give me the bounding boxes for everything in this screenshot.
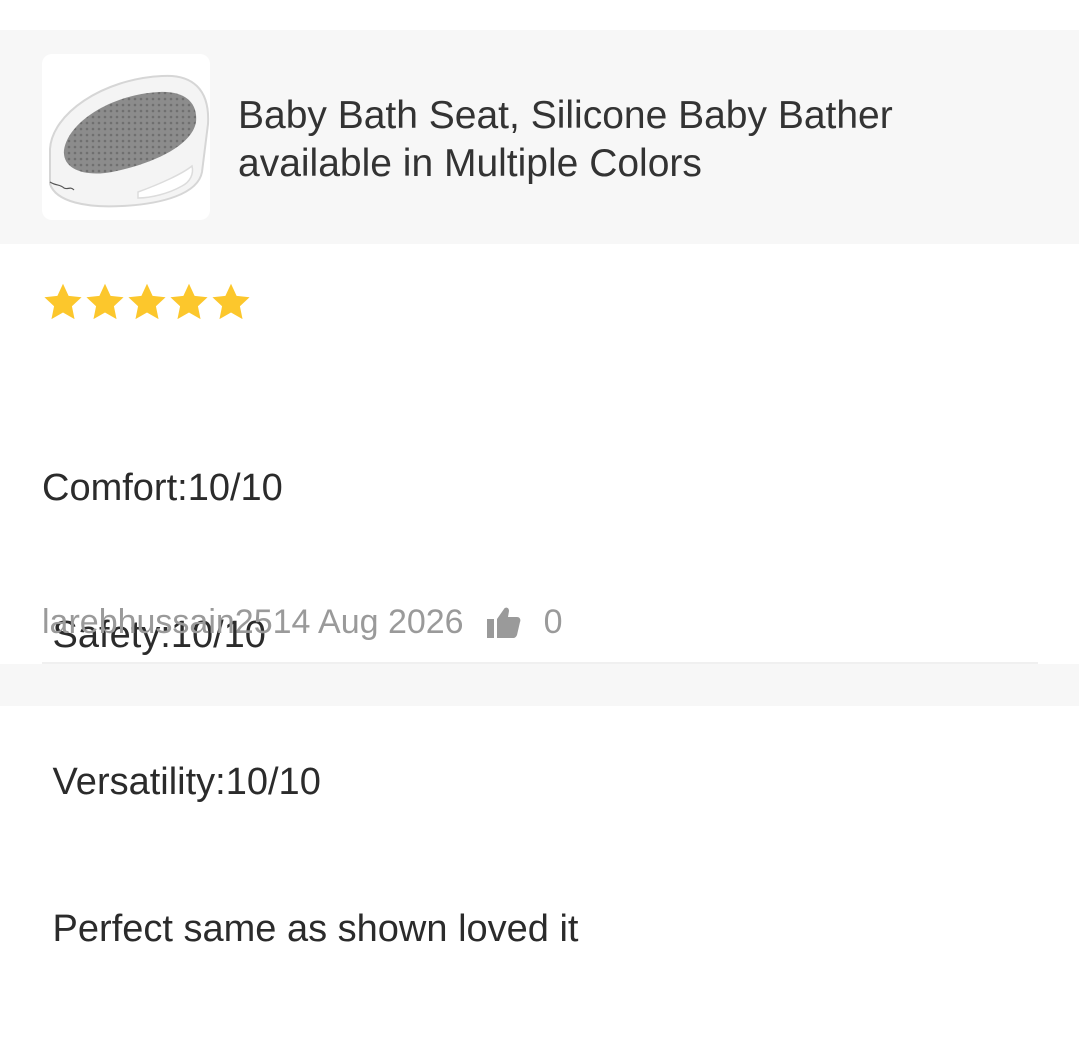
star-rating (42, 280, 252, 324)
review-line: Perfect same as shown loved it (42, 908, 579, 950)
review-card: Comfort:10/10 Safety:10/10 Versatility:1… (0, 244, 1079, 950)
thumbs-up-icon (486, 607, 520, 638)
star-icon (128, 283, 166, 320)
star-icon (86, 283, 124, 320)
like-button[interactable] (486, 605, 522, 639)
product-thumbnail[interactable] (42, 54, 210, 220)
baby-bath-seat-image (49, 74, 210, 208)
review-line: Versatility:10/10 (42, 761, 321, 803)
star-icon (44, 283, 82, 320)
review-meta: larebhussain25 14 Aug 2026 0 (42, 600, 563, 644)
product-header[interactable]: Baby Bath Seat, Silicone Baby Bather ava… (0, 30, 1079, 244)
star-icon (170, 283, 208, 320)
next-section-background (0, 664, 1079, 706)
review-author: larebhussain25 (42, 602, 273, 641)
product-title[interactable]: Baby Bath Seat, Silicone Baby Bather ava… (238, 92, 1038, 188)
review-date: 14 Aug 2026 (272, 602, 464, 641)
like-count: 0 (543, 602, 563, 641)
product-title-line-1: Baby Bath Seat, Silicone Baby Bather (238, 94, 893, 137)
review-text: Comfort:10/10 Safety:10/10 Versatility:1… (42, 366, 1042, 1052)
product-title-line-2: available in Multiple Colors (238, 142, 702, 185)
review-line: Comfort:10/10 (42, 467, 283, 509)
star-icon (212, 283, 250, 320)
top-spacer (0, 0, 1079, 30)
